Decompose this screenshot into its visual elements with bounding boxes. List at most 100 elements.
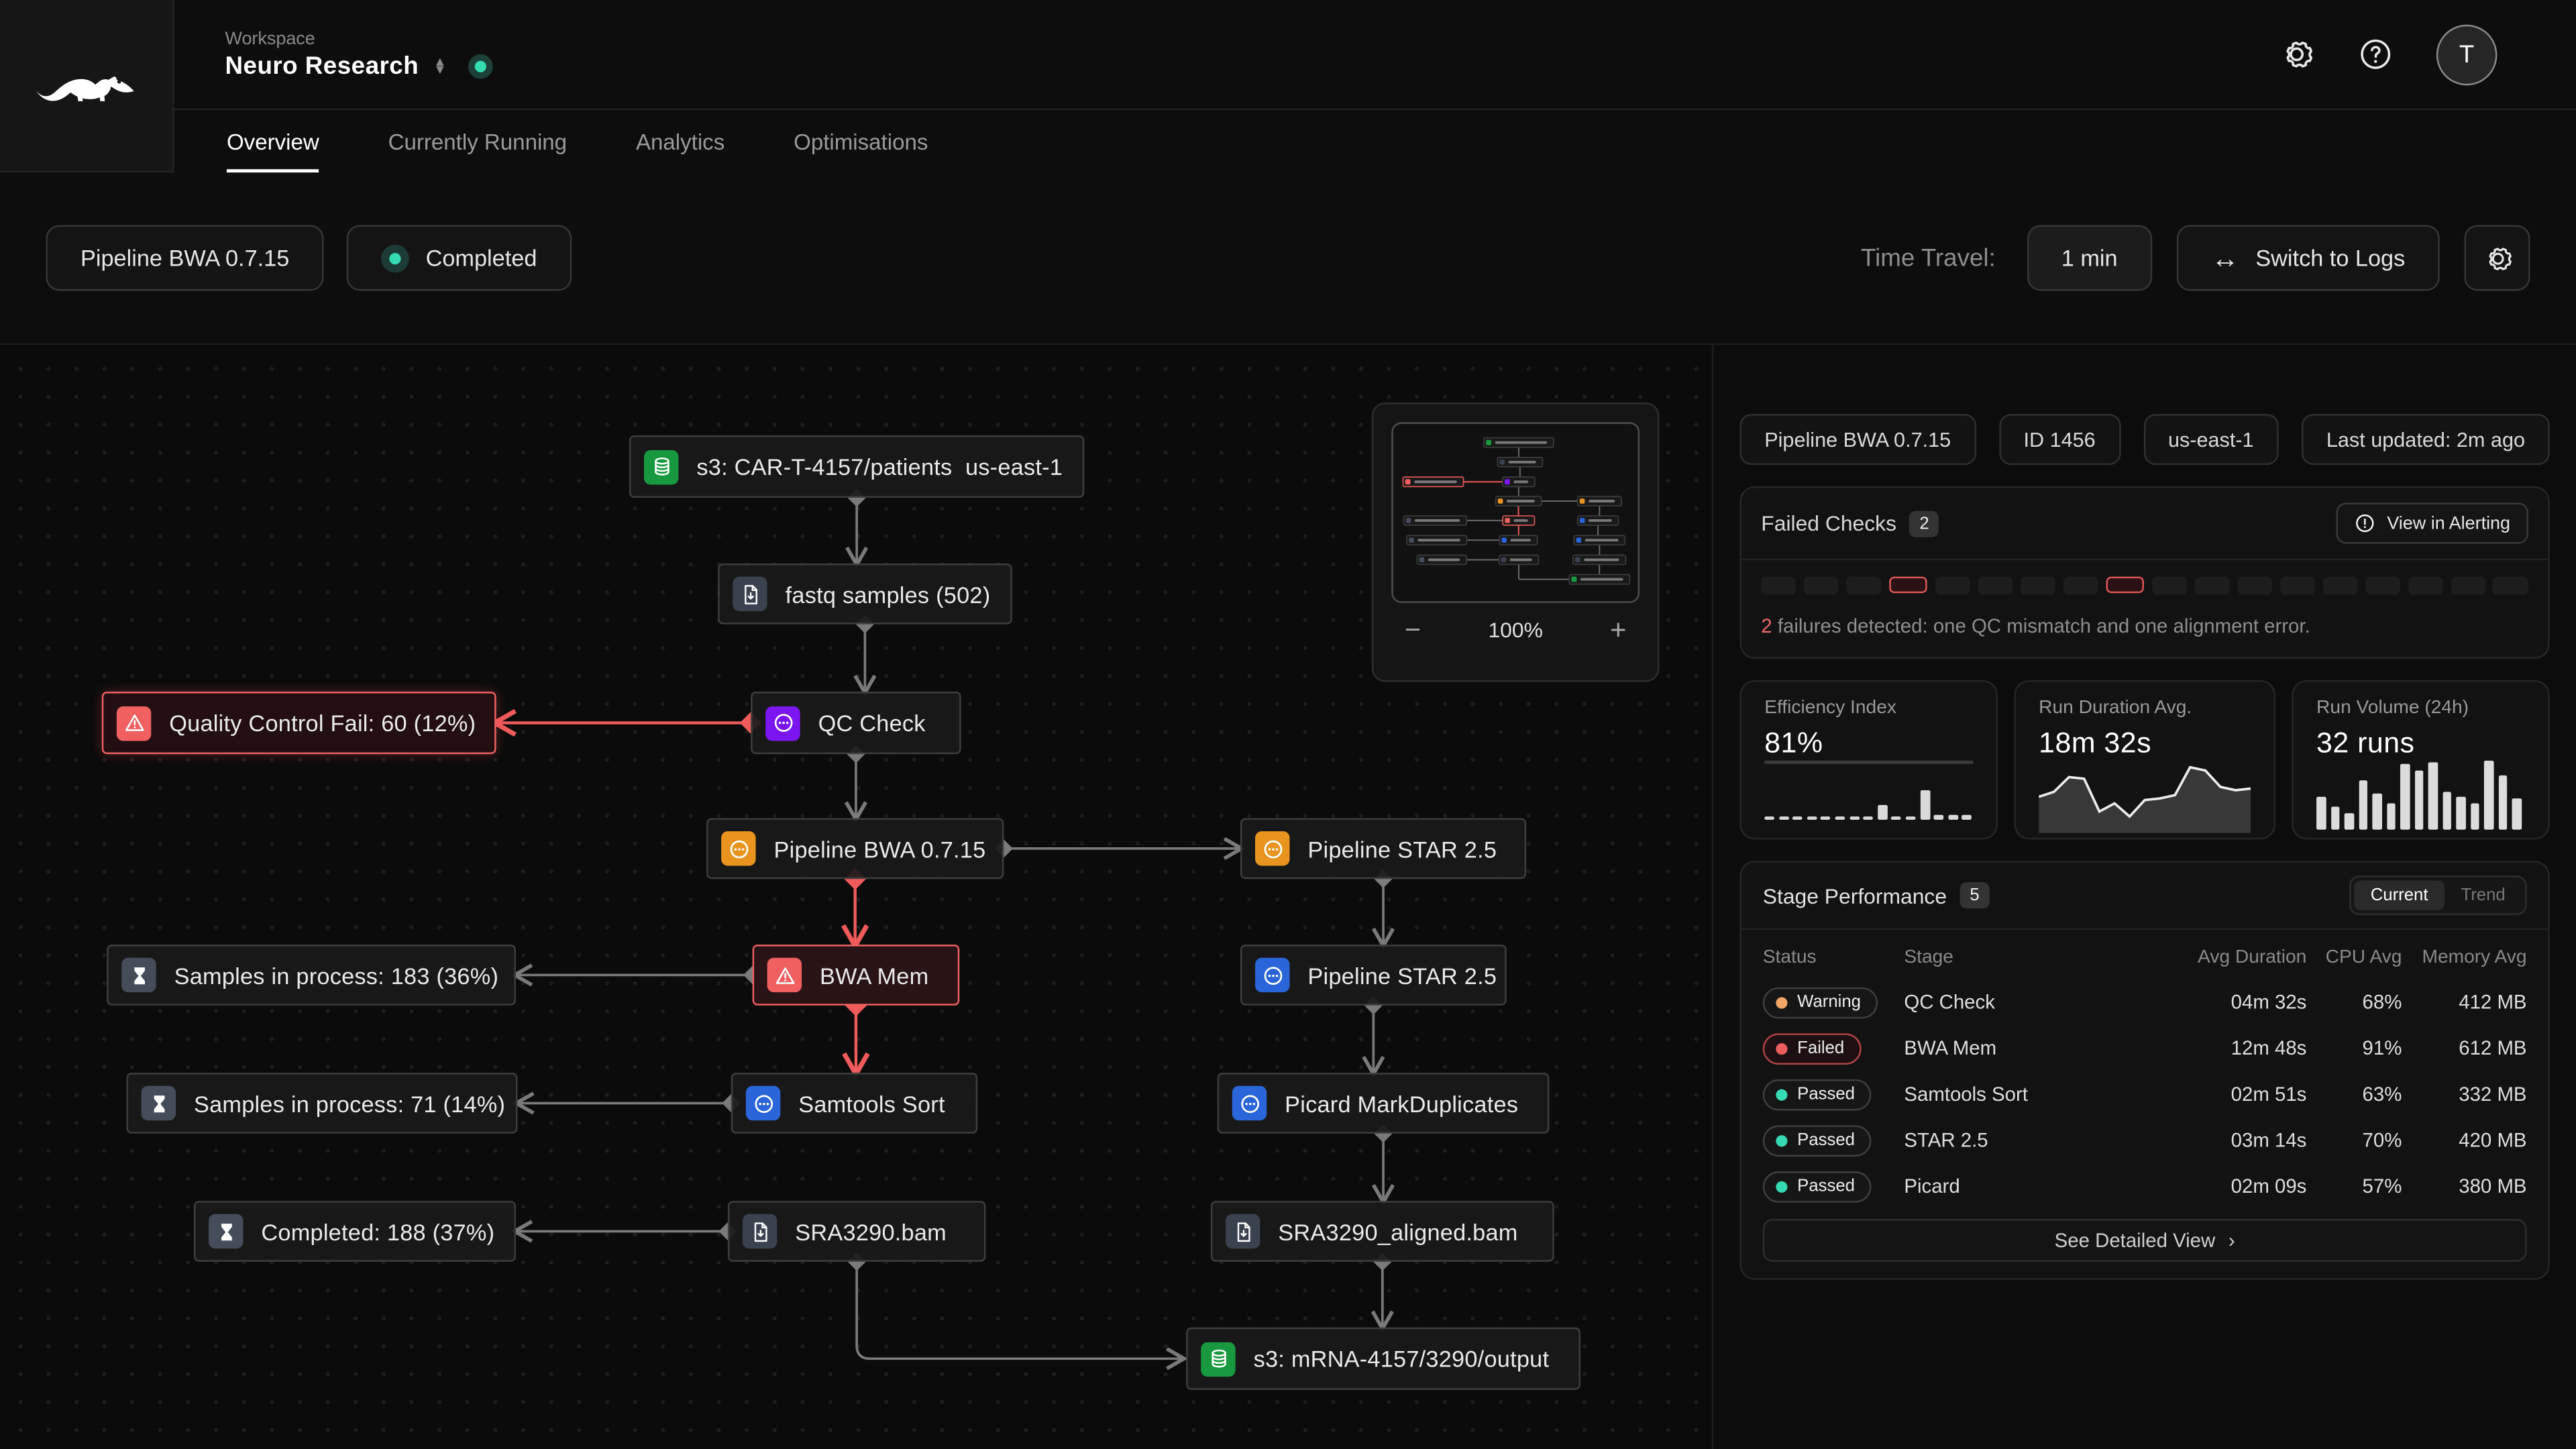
canvas-settings-button[interactable] bbox=[2464, 225, 2530, 291]
efficiency-dash bbox=[1948, 814, 1958, 818]
check-cell bbox=[2279, 577, 2315, 595]
time-travel-value-button[interactable]: 1 min bbox=[2027, 225, 2152, 291]
stage-performance-header: Stage Performance 5 Current Trend bbox=[1741, 863, 2548, 930]
col-avg-duration: Avg Duration bbox=[2169, 948, 2307, 967]
check-cell bbox=[2194, 577, 2230, 595]
flow-node-bwa[interactable]: Pipeline BWA 0.7.15 bbox=[706, 818, 1004, 879]
flow-node-fastq[interactable]: fastq samples (502) bbox=[718, 564, 1012, 625]
failure-text: failures detected: one QC mismatch and o… bbox=[1772, 614, 2310, 637]
toggle-trend[interactable]: Trend bbox=[2445, 881, 2522, 910]
run-chips: Pipeline BWA 0.7.15 ID 1456 us-east-1 La… bbox=[1739, 414, 2549, 465]
check-cell bbox=[1935, 577, 1971, 595]
volume-bar bbox=[2359, 780, 2367, 829]
efficiency-dash bbox=[1764, 816, 1774, 819]
duration-sparkline bbox=[2039, 761, 2251, 841]
efficiency-dash bbox=[1906, 816, 1916, 819]
tab-currently-running[interactable]: Currently Running bbox=[388, 110, 567, 172]
flow-node-samples-183[interactable]: Samples in process: 183 (36%) bbox=[107, 945, 516, 1006]
warning-icon bbox=[117, 706, 151, 740]
settings-icon[interactable] bbox=[2279, 36, 2315, 72]
flow-node-s3-output[interactable]: s3: mRNA-4157/3290/output bbox=[1186, 1328, 1580, 1390]
stage-row-bwa-mem: FailedBWA Mem12m 48s91%612 MB bbox=[1763, 1025, 2527, 1071]
node-label: QC Check bbox=[818, 710, 926, 736]
flow-node-picard[interactable]: Picard MarkDuplicates bbox=[1218, 1073, 1550, 1134]
status-badge-failed: Failed bbox=[1763, 1032, 1861, 1064]
minimap: − 100% + bbox=[1372, 402, 1660, 682]
minimap-viewport[interactable] bbox=[1391, 422, 1640, 602]
details-panel: Pipeline BWA 0.7.15 ID 1456 us-east-1 La… bbox=[1713, 345, 2576, 1449]
flow-node-samples-71[interactable]: Samples in process: 71 (14%) bbox=[127, 1073, 518, 1134]
volume-bar bbox=[2386, 804, 2395, 830]
node-label: Quality Control Fail: 60 (12%) bbox=[169, 710, 476, 736]
stage-duration: 12m 48s bbox=[2169, 1036, 2307, 1059]
failed-checks-title: Failed Checks bbox=[1761, 511, 1896, 536]
switch-to-logs-label: Switch to Logs bbox=[2255, 245, 2405, 271]
flow-node-bwa-mem[interactable]: BWA Mem bbox=[753, 945, 960, 1006]
hourglass-icon bbox=[142, 1086, 176, 1120]
node-label: Completed: 188 (37%) bbox=[261, 1218, 494, 1244]
minimap-graph bbox=[1393, 424, 1640, 598]
view-in-alerting-label: View in Alerting bbox=[2387, 513, 2510, 533]
node-label: BWA Mem bbox=[820, 962, 928, 988]
stage-table: Status Stage Avg Duration CPU Avg Memory… bbox=[1741, 930, 2548, 1278]
stage-performance-card: Stage Performance 5 Current Trend Status… bbox=[1739, 861, 2549, 1279]
duration-value: 18m 32s bbox=[2039, 726, 2251, 760]
avatar[interactable]: T bbox=[2436, 24, 2498, 85]
efficiency-dash bbox=[1849, 816, 1859, 819]
flow-node-sra-bam[interactable]: SRA3290.bam bbox=[728, 1201, 985, 1262]
volume-bar bbox=[2498, 775, 2507, 830]
header-top: Workspace Neuro Research ▲▼ bbox=[174, 0, 2576, 110]
zoom-in-button[interactable]: + bbox=[1610, 616, 1626, 644]
check-cell bbox=[2237, 577, 2273, 595]
stage-table-header: Status Stage Avg Duration CPU Avg Memory… bbox=[1763, 936, 2527, 979]
flow-node-s3-input[interactable]: s3: CAR-T-4157/patients us-east-1 bbox=[629, 435, 1084, 498]
efficiency-dash bbox=[1962, 814, 1972, 818]
workspace-switcher-icon[interactable]: ▲▼ bbox=[433, 58, 446, 74]
flow-node-sra-aligned[interactable]: SRA3290_aligned.bam bbox=[1211, 1201, 1554, 1262]
flow-node-star-orange[interactable]: Pipeline STAR 2.5 bbox=[1240, 818, 1526, 879]
status-pill[interactable]: Completed bbox=[347, 225, 572, 291]
zoom-out-button[interactable]: − bbox=[1405, 616, 1421, 644]
tab-overview[interactable]: Overview bbox=[227, 110, 319, 172]
failure-count: 2 bbox=[1761, 614, 1772, 637]
database-icon bbox=[1201, 1342, 1235, 1376]
toggle-current[interactable]: Current bbox=[2354, 881, 2445, 910]
status-badge-passed: Passed bbox=[1763, 1079, 1872, 1110]
flow-node-star-blue[interactable]: Pipeline STAR 2.5 bbox=[1240, 945, 1507, 1006]
check-cell bbox=[2021, 577, 2056, 595]
see-detailed-view-button[interactable]: See Detailed View › bbox=[1763, 1219, 2527, 1262]
chip-pipeline: Pipeline BWA 0.7.15 bbox=[1739, 414, 1975, 465]
volume-bar bbox=[2372, 794, 2381, 830]
help-icon[interactable] bbox=[2357, 36, 2394, 72]
arrows-left-right-icon: ↔ bbox=[2211, 244, 2239, 272]
pipeline-selector-button[interactable]: Pipeline BWA 0.7.15 bbox=[46, 225, 324, 291]
switch-to-logs-button[interactable]: ↔ Switch to Logs bbox=[2177, 225, 2440, 291]
file-icon bbox=[1226, 1214, 1260, 1248]
file-icon bbox=[743, 1214, 777, 1248]
flow-node-completed-188[interactable]: Completed: 188 (37%) bbox=[194, 1201, 516, 1262]
view-in-alerting-button[interactable]: View in Alerting bbox=[2336, 502, 2528, 543]
flow-canvas[interactable]: s3: CAR-T-4157/patients us-east-1 fastq s… bbox=[0, 345, 1713, 1449]
efficiency-dash bbox=[1835, 816, 1845, 819]
check-cell bbox=[1804, 577, 1839, 595]
efficiency-dash bbox=[1821, 816, 1831, 819]
flow-node-qc-fail[interactable]: Quality Control Fail: 60 (12%) bbox=[102, 692, 496, 754]
tab-analytics[interactable]: Analytics bbox=[636, 110, 724, 172]
stage-name: Picard bbox=[1904, 1175, 2168, 1197]
stage-memory: 612 MB bbox=[2402, 1036, 2526, 1059]
flow-node-qc-check[interactable]: QC Check bbox=[751, 692, 961, 754]
failed-checks-card: Failed Checks 2 View in Alerting 2 failu… bbox=[1739, 486, 2549, 659]
tab-optimisations[interactable]: Optimisations bbox=[794, 110, 928, 172]
gear-icon bbox=[2481, 242, 2513, 274]
flow-node-samtools[interactable]: Samtools Sort bbox=[731, 1073, 977, 1134]
edge-sra-bam-s3-output bbox=[857, 1262, 1183, 1358]
database-icon bbox=[644, 449, 678, 484]
col-memory-avg: Memory Avg bbox=[2402, 948, 2526, 967]
check-cell-failed bbox=[2106, 577, 2144, 593]
stage-name: STAR 2.5 bbox=[1904, 1128, 2168, 1151]
logo[interactable] bbox=[0, 0, 174, 172]
node-label: Samples in process: 71 (14%) bbox=[194, 1090, 505, 1116]
check-cell bbox=[2408, 577, 2443, 595]
col-status: Status bbox=[1763, 948, 1904, 967]
volume-bar bbox=[2470, 804, 2479, 830]
